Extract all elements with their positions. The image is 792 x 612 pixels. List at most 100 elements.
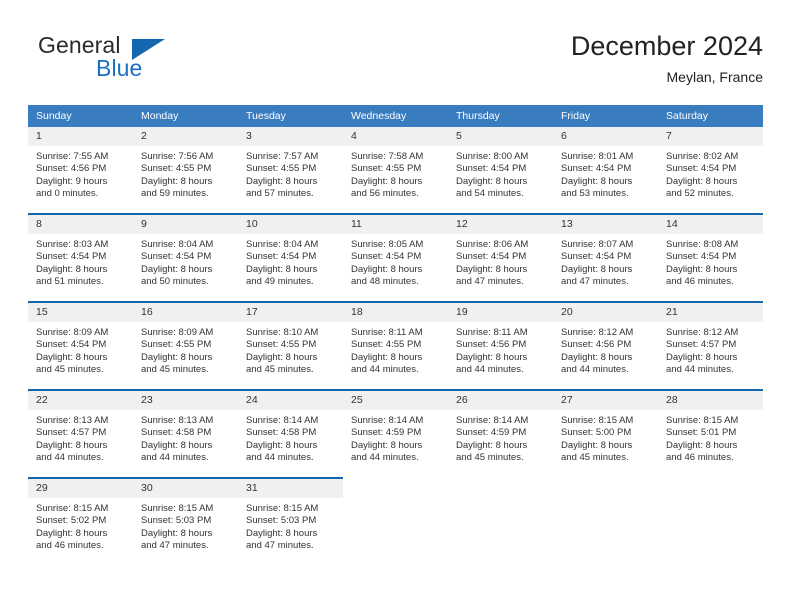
day-cell[interactable]: 19 Sunrise: 8:11 AM Sunset: 4:56 PM Dayligh…	[448, 301, 553, 389]
sunset-text: Sunset: 5:01 PM	[666, 427, 737, 439]
day-cell[interactable]: 21 Sunrise: 8:12 AM Sunset: 4:57 PM Dayligh…	[658, 301, 763, 389]
column-header-saturday: Saturday	[658, 105, 763, 127]
day-cell[interactable]: 30 Sunrise: 8:15 AM Sunset: 5:03 PM Dayligh…	[133, 477, 238, 565]
sunset-text: Sunset: 4:54 PM	[36, 339, 107, 351]
column-header-sunday: Sunday	[28, 105, 133, 127]
day-info: Sunrise: 8:05 AM Sunset: 4:54 PM Daylight:…	[343, 234, 448, 301]
location-subtitle: Meylan, France	[666, 69, 763, 85]
sunrise-text: Sunrise: 8:07 AM	[561, 239, 634, 250]
day-info: Sunrise: 8:07 AM Sunset: 4:54 PM Daylight:…	[553, 234, 658, 301]
sunset-text: Sunset: 5:03 PM	[141, 515, 212, 527]
day-cell[interactable]: 5 Sunrise: 8:00 AM Sunset: 4:54 PM Daylight…	[448, 127, 553, 213]
day-cell[interactable]: 15 Sunrise: 8:09 AM Sunset: 4:54 PM Dayligh…	[28, 301, 133, 389]
day-cell[interactable]: 9 Sunrise: 8:04 AM Sunset: 4:54 PM Daylight…	[133, 213, 238, 301]
sunset-text: Sunset: 4:54 PM	[561, 163, 632, 175]
day-info: Sunrise: 8:15 AM Sunset: 5:03 PM Daylight:…	[133, 498, 238, 565]
daylight-line-1: Daylight: 8 hours	[141, 527, 213, 539]
day-cell[interactable]: 14 Sunrise: 8:08 AM Sunset: 4:54 PM Dayligh…	[658, 213, 763, 301]
sunrise-text: Sunrise: 8:11 AM	[456, 327, 528, 338]
sunrise-text: Sunrise: 8:02 AM	[666, 151, 739, 162]
day-cell[interactable]: 10 Sunrise: 8:04 AM Sunset: 4:54 PM Dayligh…	[238, 213, 343, 301]
day-cell[interactable]: 8 Sunrise: 8:03 AM Sunset: 4:54 PM Daylight…	[28, 213, 133, 301]
daylight-line-1: Daylight: 8 hours	[141, 175, 213, 187]
sunrise-text: Sunrise: 8:12 AM	[561, 327, 634, 338]
daylight-line-1: Daylight: 8 hours	[246, 175, 318, 187]
day-info	[448, 498, 553, 565]
day-number	[658, 477, 763, 498]
daylight-line-1: Daylight: 8 hours	[141, 439, 213, 451]
day-number: 6	[553, 127, 658, 146]
day-cell[interactable]: 29 Sunrise: 8:15 AM Sunset: 5:02 PM Dayligh…	[28, 477, 133, 565]
day-cell[interactable]: 2 Sunrise: 7:56 AM Sunset: 4:55 PM Daylight…	[133, 127, 238, 213]
day-cell[interactable]: 26 Sunrise: 8:14 AM Sunset: 4:59 PM Dayligh…	[448, 389, 553, 477]
sunrise-text: Sunrise: 8:11 AM	[351, 327, 423, 338]
sunrise-text: Sunrise: 8:09 AM	[141, 327, 214, 338]
week-row: 29 Sunrise: 8:15 AM Sunset: 5:02 PM Dayligh…	[28, 477, 763, 565]
day-info: Sunrise: 7:58 AM Sunset: 4:55 PM Daylight:…	[343, 146, 448, 213]
day-cell[interactable]: 11 Sunrise: 8:05 AM Sunset: 4:54 PM Dayligh…	[343, 213, 448, 301]
day-number: 23	[133, 389, 238, 410]
daylight-line-1: Daylight: 8 hours	[246, 351, 318, 363]
day-cell[interactable]: 6 Sunrise: 8:01 AM Sunset: 4:54 PM Daylight…	[553, 127, 658, 213]
day-cell[interactable]: 24 Sunrise: 8:14 AM Sunset: 4:58 PM Dayligh…	[238, 389, 343, 477]
day-cell[interactable]: 13 Sunrise: 8:07 AM Sunset: 4:54 PM Dayligh…	[553, 213, 658, 301]
sunset-text: Sunset: 4:55 PM	[246, 163, 317, 175]
daylight-line-1: Daylight: 8 hours	[666, 263, 738, 275]
day-cell[interactable]: 31 Sunrise: 8:15 AM Sunset: 5:03 PM Dayligh…	[238, 477, 343, 565]
daylight-line-2: and 44 minutes.	[36, 452, 104, 464]
day-info: Sunrise: 8:12 AM Sunset: 4:56 PM Daylight:…	[553, 322, 658, 389]
day-info: Sunrise: 8:13 AM Sunset: 4:57 PM Daylight:…	[28, 410, 133, 477]
day-cell-empty	[448, 477, 553, 565]
day-cell[interactable]: 22 Sunrise: 8:13 AM Sunset: 4:57 PM Dayligh…	[28, 389, 133, 477]
daylight-line-2: and 47 minutes.	[561, 276, 629, 288]
sunset-text: Sunset: 4:57 PM	[666, 339, 737, 351]
day-cell[interactable]: 17 Sunrise: 8:10 AM Sunset: 4:55 PM Dayligh…	[238, 301, 343, 389]
day-cell[interactable]: 28 Sunrise: 8:15 AM Sunset: 5:01 PM Dayligh…	[658, 389, 763, 477]
day-cell[interactable]: 20 Sunrise: 8:12 AM Sunset: 4:56 PM Dayligh…	[553, 301, 658, 389]
daylight-line-2: and 45 minutes.	[561, 452, 629, 464]
daylight-line-2: and 56 minutes.	[351, 188, 419, 200]
daylight-line-2: and 49 minutes.	[246, 276, 314, 288]
day-info: Sunrise: 8:00 AM Sunset: 4:54 PM Daylight:…	[448, 146, 553, 213]
sunrise-text: Sunrise: 8:12 AM	[666, 327, 739, 338]
day-number: 10	[238, 213, 343, 234]
day-number	[553, 477, 658, 498]
sunset-text: Sunset: 5:02 PM	[36, 515, 107, 527]
daylight-line-2: and 47 minutes.	[456, 276, 524, 288]
day-number: 19	[448, 301, 553, 322]
day-cell[interactable]: 25 Sunrise: 8:14 AM Sunset: 4:59 PM Dayligh…	[343, 389, 448, 477]
page-header: General Blue December 2024 Meylan, Franc…	[28, 30, 763, 92]
daylight-line-2: and 47 minutes.	[246, 540, 314, 552]
daylight-line-1: Daylight: 8 hours	[351, 351, 423, 363]
day-cell[interactable]: 4 Sunrise: 7:58 AM Sunset: 4:55 PM Daylight…	[343, 127, 448, 213]
day-number: 3	[238, 127, 343, 146]
day-number: 4	[343, 127, 448, 146]
brand-logo[interactable]: General Blue	[38, 30, 258, 90]
daylight-line-1: Daylight: 8 hours	[666, 439, 738, 451]
sunrise-text: Sunrise: 8:15 AM	[561, 415, 634, 426]
daylight-line-2: and 44 minutes.	[246, 452, 314, 464]
day-number: 20	[553, 301, 658, 322]
daylight-line-2: and 44 minutes.	[666, 364, 734, 376]
sunset-text: Sunset: 4:59 PM	[351, 427, 422, 439]
day-cell[interactable]: 18 Sunrise: 8:11 AM Sunset: 4:55 PM Dayligh…	[343, 301, 448, 389]
day-info: Sunrise: 8:14 AM Sunset: 4:59 PM Daylight:…	[343, 410, 448, 477]
sunset-text: Sunset: 4:54 PM	[456, 163, 527, 175]
day-number: 29	[28, 477, 133, 498]
week-row: 15 Sunrise: 8:09 AM Sunset: 4:54 PM Dayligh…	[28, 301, 763, 389]
day-cell[interactable]: 1 Sunrise: 7:55 AM Sunset: 4:56 PM Daylight…	[28, 127, 133, 213]
daylight-line-1: Daylight: 8 hours	[666, 351, 738, 363]
day-cell[interactable]: 16 Sunrise: 8:09 AM Sunset: 4:55 PM Dayligh…	[133, 301, 238, 389]
sunrise-text: Sunrise: 8:05 AM	[351, 239, 424, 250]
sunrise-text: Sunrise: 8:14 AM	[246, 415, 319, 426]
daylight-line-2: and 45 minutes.	[246, 364, 314, 376]
day-cell-empty	[343, 477, 448, 565]
sunrise-text: Sunrise: 8:15 AM	[141, 503, 214, 514]
day-cell[interactable]: 3 Sunrise: 7:57 AM Sunset: 4:55 PM Daylight…	[238, 127, 343, 213]
day-cell[interactable]: 7 Sunrise: 8:02 AM Sunset: 4:54 PM Daylight…	[658, 127, 763, 213]
day-cell[interactable]: 27 Sunrise: 8:15 AM Sunset: 5:00 PM Dayligh…	[553, 389, 658, 477]
day-cell[interactable]: 12 Sunrise: 8:06 AM Sunset: 4:54 PM Dayligh…	[448, 213, 553, 301]
day-cell[interactable]: 23 Sunrise: 8:13 AM Sunset: 4:58 PM Dayligh…	[133, 389, 238, 477]
sunset-text: Sunset: 4:56 PM	[36, 163, 107, 175]
day-number: 12	[448, 213, 553, 234]
